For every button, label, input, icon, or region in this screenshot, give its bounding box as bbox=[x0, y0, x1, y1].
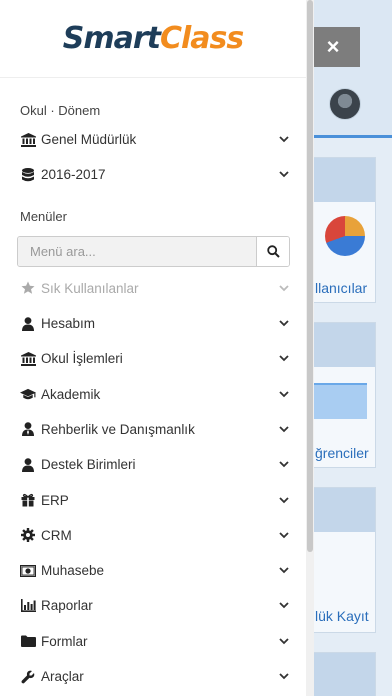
menu-item-label: Akademik bbox=[41, 386, 101, 402]
context-term-select[interactable]: 2016-2017 bbox=[0, 157, 306, 192]
menu-item-label: Sık Kullanılanlar bbox=[41, 280, 139, 296]
context-school-select[interactable]: Genel Müdürlük bbox=[0, 122, 306, 157]
drawer-scrollbar-thumb[interactable] bbox=[307, 0, 313, 552]
bar-chart-icon bbox=[20, 598, 36, 614]
menu-item-label: Rehberlik ve Danışmanlık bbox=[41, 421, 195, 437]
chevron-down-icon bbox=[278, 529, 290, 541]
user-icon bbox=[20, 457, 36, 473]
star-icon bbox=[20, 280, 36, 296]
chevron-down-icon bbox=[278, 565, 290, 577]
chevron-down-icon bbox=[278, 318, 290, 330]
chevron-down-icon bbox=[278, 388, 290, 400]
menu-item-label: ERP bbox=[41, 492, 69, 508]
menu-item-label: Okul İşlemleri bbox=[41, 351, 123, 367]
registration-link[interactable]: lük Kayıt bbox=[315, 608, 369, 624]
menu-item-academic[interactable]: Akademik bbox=[0, 376, 306, 411]
search-button[interactable] bbox=[256, 236, 289, 266]
graduation-cap-icon bbox=[20, 386, 36, 402]
logo-class: Class bbox=[159, 21, 244, 56]
menu-item-erp[interactable]: ERP bbox=[0, 482, 306, 517]
menu-item-tools[interactable]: Araçlar bbox=[0, 659, 306, 694]
chevron-down-icon bbox=[278, 423, 290, 435]
menu-item-label: Raporlar bbox=[41, 598, 93, 614]
gift-icon bbox=[20, 492, 36, 508]
close-drawer-button[interactable]: × bbox=[306, 27, 360, 67]
menu-item-crm[interactable]: CRM bbox=[0, 518, 306, 553]
menu-item-label: Formlar bbox=[41, 633, 88, 649]
menu-item-label: Araçlar bbox=[41, 669, 84, 684]
bank-icon bbox=[20, 132, 36, 148]
context-label: Okul · Dönem bbox=[20, 103, 101, 118]
chevron-down-icon bbox=[278, 494, 290, 506]
logo[interactable]: SmartClass bbox=[0, 0, 306, 78]
menu-search bbox=[17, 235, 290, 267]
menu-item-reports[interactable]: Raporlar bbox=[0, 588, 306, 623]
pie-chart bbox=[325, 216, 365, 256]
menu-item-guidance[interactable]: Rehberlik ve Danışmanlık bbox=[0, 412, 306, 447]
chevron-down-icon bbox=[278, 671, 290, 683]
chevron-down-icon bbox=[278, 169, 290, 181]
menu-item-label: CRM bbox=[41, 527, 72, 543]
gear-icon bbox=[20, 527, 36, 543]
menu-item-school-operations[interactable]: Okul İşlemleri bbox=[0, 341, 306, 376]
menu-item-label: Destek Birimleri bbox=[41, 457, 136, 473]
bank-icon bbox=[20, 351, 36, 367]
database-icon bbox=[20, 167, 36, 183]
user-icon bbox=[20, 316, 36, 332]
menu-item-support-units[interactable]: Destek Birimleri bbox=[0, 447, 306, 482]
search-icon bbox=[266, 244, 280, 258]
area-chart bbox=[311, 383, 367, 419]
context-school-label: Genel Müdürlük bbox=[41, 132, 137, 148]
avatar[interactable] bbox=[329, 88, 361, 120]
wrench-icon bbox=[20, 669, 36, 685]
money-icon bbox=[20, 563, 36, 579]
folder-icon bbox=[20, 633, 36, 649]
logo-smart: Smart bbox=[62, 21, 161, 56]
menus-label: Menüler bbox=[20, 208, 67, 224]
side-drawer: SmartClass Okul · Dönem Genel Müdürlük 2… bbox=[0, 0, 306, 696]
menu-item-accounting[interactable]: Muhasebe bbox=[0, 553, 306, 588]
user-tie-icon bbox=[20, 421, 36, 437]
menu-item-forms[interactable]: Formlar bbox=[0, 624, 306, 659]
menu-item-favorites[interactable]: Sık Kullanılanlar bbox=[0, 271, 306, 306]
chevron-down-icon bbox=[278, 635, 290, 647]
menu-search-input[interactable] bbox=[18, 236, 256, 266]
context-term-label: 2016-2017 bbox=[41, 167, 106, 183]
menu-item-label: Hesabım bbox=[41, 316, 96, 332]
chevron-down-icon bbox=[278, 134, 290, 146]
chevron-down-icon bbox=[278, 600, 290, 612]
menu-item-account[interactable]: Hesabım bbox=[0, 306, 306, 341]
chevron-down-icon bbox=[278, 282, 290, 294]
users-link[interactable]: llanıcılar bbox=[315, 280, 367, 296]
menu-item-label: Muhasebe bbox=[41, 563, 105, 579]
chevron-down-icon bbox=[278, 353, 290, 365]
chevron-down-icon bbox=[278, 459, 290, 471]
students-link[interactable]: ğrenciler bbox=[315, 445, 369, 461]
